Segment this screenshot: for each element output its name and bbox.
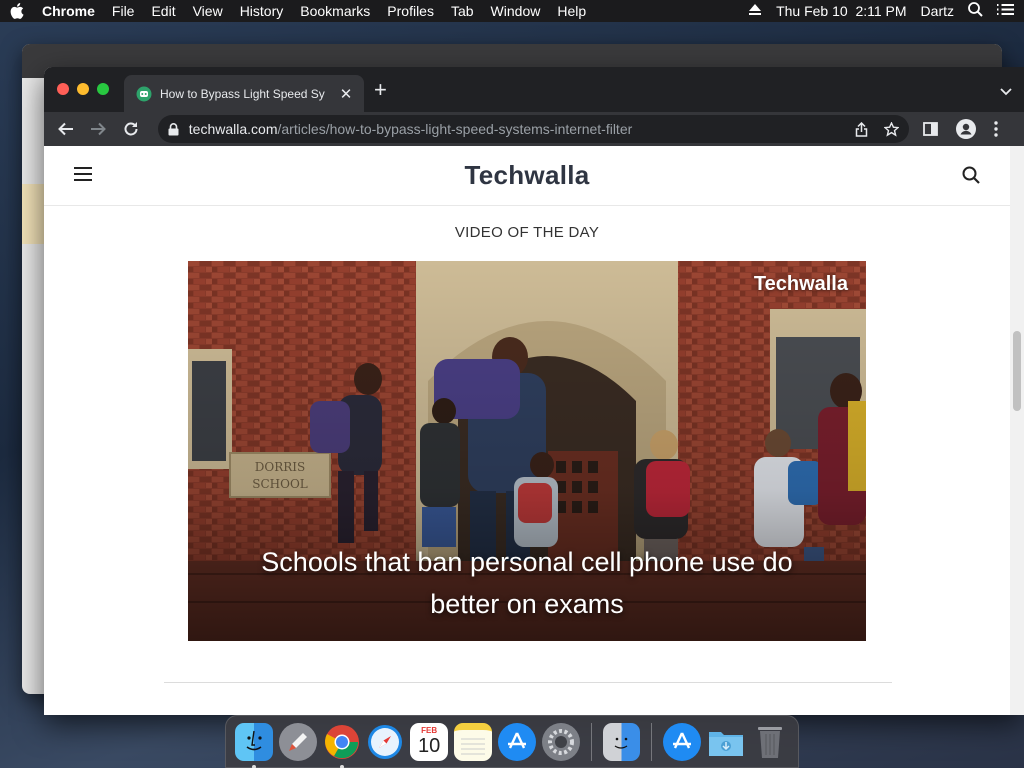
forward-arrow-icon[interactable] [85, 115, 113, 143]
control-center-icon[interactable] [997, 3, 1014, 19]
menubar-datetime[interactable]: Thu Feb 10 2:11 PM [776, 3, 906, 19]
tab-close-icon[interactable]: ✕ [338, 85, 354, 103]
menubar-user[interactable]: Dartz [921, 3, 954, 19]
site-logo[interactable]: Techwalla [44, 160, 1010, 191]
calendar-icon[interactable]: FEB 10 [410, 722, 449, 761]
profile-avatar-icon[interactable] [956, 119, 976, 139]
chrome-window: How to Bypass Light Speed Sy ✕ + techwal… [44, 67, 1024, 715]
menu-window[interactable]: Window [491, 3, 541, 19]
lock-icon[interactable] [168, 122, 179, 136]
url-host: techwalla.com [188, 121, 278, 137]
zoom-window-button[interactable] [97, 83, 109, 95]
menu-help[interactable]: Help [557, 3, 586, 19]
menu-bar: Chrome File Edit View History Bookmarks … [0, 0, 1024, 22]
minimize-window-button[interactable] [77, 83, 89, 95]
web-page: Techwalla VIDEO OF THE DAY Techwalla Sch… [44, 146, 1010, 715]
background-window-fragment [22, 184, 44, 244]
chrome-icon[interactable] [323, 723, 361, 768]
dock-separator [651, 722, 653, 761]
finder-icon[interactable] [235, 722, 273, 768]
browser-toolbar: techwalla.com /articles/how-to-bypass-li… [44, 112, 1024, 146]
running-indicator [252, 764, 256, 768]
back-arrow-icon[interactable] [52, 115, 80, 143]
address-bar[interactable]: techwalla.com /articles/how-to-bypass-li… [157, 115, 909, 143]
site-search-icon[interactable] [962, 166, 980, 189]
launchpad-icon[interactable] [278, 722, 317, 761]
safari-icon[interactable] [366, 723, 404, 761]
dock: FEB 10 [225, 715, 799, 768]
side-panel-icon[interactable] [923, 122, 938, 136]
window-controls [57, 83, 117, 95]
new-tab-plus-icon[interactable]: + [374, 79, 387, 101]
page-scrollbar[interactable] [1010, 146, 1024, 715]
menu-app-name[interactable]: Chrome [42, 3, 95, 19]
techwalla-favicon-icon [136, 86, 152, 102]
reload-icon[interactable] [117, 115, 145, 143]
url-path: /articles/how-to-bypass-light-speed-syst… [277, 121, 633, 137]
menu-view[interactable]: View [193, 3, 223, 19]
video-watermark: Techwalla [753, 273, 848, 295]
tab-active[interactable]: How to Bypass Light Speed Sy ✕ [124, 75, 364, 112]
tab-search-chevron-icon[interactable] [1000, 83, 1012, 101]
menu-bookmarks[interactable]: Bookmarks [300, 3, 370, 19]
menu-history[interactable]: History [240, 3, 284, 19]
apple-menu-icon[interactable] [10, 3, 24, 19]
content-divider [164, 682, 892, 683]
video-player[interactable]: DORRIS SCHOOL [188, 261, 866, 641]
eject-icon[interactable] [748, 3, 762, 19]
menu-profiles[interactable]: Profiles [387, 3, 434, 19]
bookmark-star-icon[interactable] [884, 121, 899, 137]
page-scrollbar-thumb[interactable] [1013, 331, 1021, 411]
migration-assistant-icon[interactable] [602, 722, 641, 761]
app-store-downloads-icon[interactable] [663, 722, 702, 761]
menu-edit[interactable]: Edit [151, 3, 175, 19]
video-of-the-day-label: VIDEO OF THE DAY [454, 224, 600, 241]
menu-tab[interactable]: Tab [451, 3, 474, 19]
share-icon[interactable] [855, 121, 868, 137]
trash-icon[interactable] [751, 723, 789, 761]
notes-icon[interactable] [454, 722, 492, 761]
system-preferences-icon[interactable] [541, 722, 580, 761]
close-window-button[interactable] [57, 83, 69, 95]
chrome-menu-icon[interactable] [994, 121, 998, 137]
tab-strip: How to Bypass Light Speed Sy ✕ + [44, 67, 1024, 112]
video-caption: Schools that ban personal cell phone use… [261, 547, 793, 619]
calendar-month: FEB [421, 725, 438, 735]
menu-file[interactable]: File [112, 3, 135, 19]
calendar-day: 10 [418, 734, 441, 757]
site-header: Techwalla [44, 146, 1010, 206]
app-store-icon[interactable] [497, 722, 536, 761]
running-indicator [339, 764, 344, 768]
tab-title: How to Bypass Light Speed Sy [160, 86, 325, 101]
spotlight-search-icon[interactable] [968, 2, 983, 20]
downloads-folder-icon[interactable] [707, 723, 745, 761]
dock-separator [590, 722, 592, 761]
